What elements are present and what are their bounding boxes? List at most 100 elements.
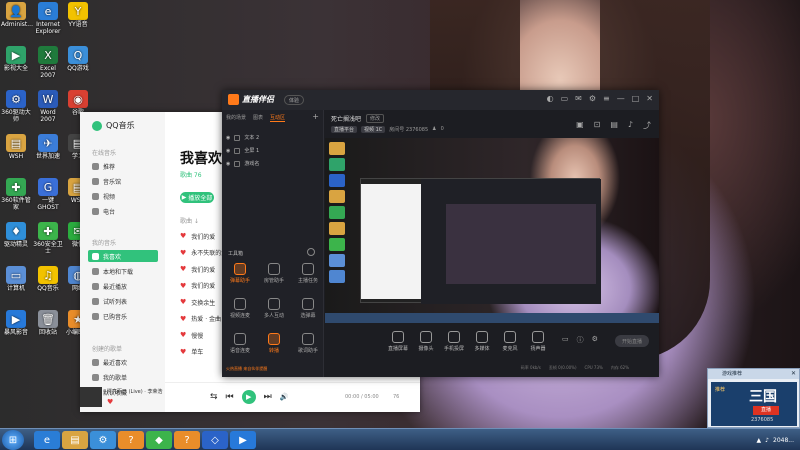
- sidebar-item[interactable]: 我的歌单: [88, 371, 158, 383]
- volume-icon[interactable]: ♪: [765, 437, 769, 444]
- source-button[interactable]: 直播屏幕: [383, 331, 413, 352]
- tab-songs[interactable]: 歌曲 76: [180, 170, 202, 179]
- taskbar-app[interactable]: ?: [118, 431, 144, 449]
- platform-pill[interactable]: 直播平台: [331, 126, 358, 133]
- like-icon[interactable]: ♥: [107, 398, 113, 406]
- bell-icon[interactable]: ♪: [628, 120, 633, 131]
- heart-icon[interactable]: ♥: [180, 282, 186, 290]
- play-mode-icon[interactable]: ⇆: [210, 392, 218, 402]
- toolbox-item[interactable]: 语音连麦: [225, 333, 255, 354]
- sidebar-item[interactable]: 最近喜欢: [88, 356, 158, 368]
- avatar-icon[interactable]: ◐: [547, 94, 554, 103]
- previous-icon[interactable]: ⏮: [226, 392, 234, 402]
- notification-popup[interactable]: 游戏推荐 ✕ 推荐 三国 直播 2376085: [707, 368, 800, 428]
- clock[interactable]: 2048...: [773, 437, 794, 444]
- desktop-icon[interactable]: ✈ 世界加速: [33, 134, 63, 160]
- maximize-icon[interactable]: □: [632, 94, 640, 103]
- desktop-icon[interactable]: ♦ 驱动精灵: [1, 222, 31, 248]
- camera-icon[interactable]: ▭: [562, 335, 569, 345]
- taskbar-app[interactable]: ◆: [146, 431, 172, 449]
- network-icon[interactable]: ▲: [757, 437, 762, 444]
- scene-item[interactable]: ◉ 文本 2: [226, 132, 316, 143]
- desktop-icon[interactable]: ✚ 360安全卫士: [33, 222, 63, 255]
- eye-icon[interactable]: ◉: [226, 161, 230, 167]
- desktop-icon[interactable]: ♫ QQ音乐: [33, 266, 63, 292]
- edit-room-button[interactable]: 修改: [366, 114, 385, 123]
- heart-icon[interactable]: ♥: [180, 232, 186, 240]
- desktop-icon[interactable]: X Excel 2007: [33, 46, 63, 79]
- sidebar-item[interactable]: 我喜欢: [88, 250, 158, 262]
- minimize-icon[interactable]: —: [617, 94, 625, 103]
- gear-icon[interactable]: ⚙: [592, 335, 598, 345]
- settings-icon[interactable]: ⚙: [589, 94, 596, 103]
- toolbox-item[interactable]: 转播: [259, 333, 289, 354]
- desktop-icon[interactable]: ▤ WSH: [1, 134, 31, 160]
- taskbar-app[interactable]: ⚙: [90, 431, 116, 449]
- desktop-icon[interactable]: 👤 Administ...: [1, 2, 33, 28]
- taskbar-app[interactable]: ?: [174, 431, 200, 449]
- eye-icon[interactable]: ◉: [226, 135, 230, 141]
- checkbox[interactable]: [234, 160, 241, 167]
- next-icon[interactable]: ⏭: [264, 392, 272, 402]
- toolbox-item[interactable]: 歌词助手: [293, 333, 323, 354]
- desktop-icon[interactable]: W Word 2007: [33, 90, 63, 123]
- source-button[interactable]: 扬声器: [523, 331, 553, 352]
- live-companion-window[interactable]: 直播伴侣 体验 ◐ ▭ ✉ ⚙ ≡ — □ ✕ 我的场景 图表 互动区 + ◉ 文本 …: [222, 90, 659, 377]
- popup-close-icon[interactable]: ✕: [791, 370, 796, 377]
- sidebar-item[interactable]: 电台: [88, 205, 158, 217]
- desktop-icon[interactable]: Y YY语音: [63, 2, 93, 28]
- desktop-icon[interactable]: ▭ 计算机: [1, 266, 31, 292]
- source-button[interactable]: 多媒体: [467, 331, 497, 352]
- heart-icon[interactable]: ♥: [180, 315, 186, 323]
- source-button[interactable]: 麦克风: [495, 331, 525, 352]
- heart-icon[interactable]: ♥: [180, 265, 186, 273]
- taskbar-app[interactable]: ◇: [202, 431, 228, 449]
- source-button[interactable]: 手机投屏: [439, 331, 469, 352]
- sidebar-item[interactable]: 音乐馆: [88, 175, 158, 187]
- sidebar-item[interactable]: 本地和下载: [88, 265, 158, 277]
- popup-ad[interactable]: 推荐 三国 直播 2376085: [711, 382, 797, 426]
- screenshot-icon[interactable]: ▣: [576, 120, 584, 131]
- sidebar-item[interactable]: 最近播放: [88, 280, 158, 292]
- toolbox-item[interactable]: 主播任务: [293, 263, 323, 284]
- quality-pill[interactable]: 视频 1C: [361, 126, 386, 133]
- taskbar-app[interactable]: ▶: [230, 431, 256, 449]
- desktop-icon[interactable]: 🗑 回收站: [33, 310, 63, 336]
- desktop-icon[interactable]: ▶ 影视大全: [1, 46, 31, 72]
- close-icon[interactable]: ✕: [646, 94, 653, 103]
- toolbox-item[interactable]: 房管助手: [259, 263, 289, 284]
- desktop-icon[interactable]: ▶ 暴风影音: [1, 310, 31, 336]
- start-button[interactable]: ⊞: [2, 430, 24, 450]
- scene-tab[interactable]: 互动区: [270, 114, 286, 122]
- sidebar-item[interactable]: 视频: [88, 190, 158, 202]
- scene-tab[interactable]: 我的场景: [226, 114, 246, 122]
- stream-preview[interactable]: [325, 138, 659, 323]
- toolbox-item[interactable]: 弹幕助手: [225, 263, 255, 284]
- heart-icon[interactable]: ♥: [180, 331, 186, 339]
- toolbox-item[interactable]: 多人互动: [259, 298, 289, 319]
- sidebar-item[interactable]: 试听列表: [88, 295, 158, 307]
- scene-item[interactable]: ◉ 全屏 1: [226, 145, 316, 156]
- taskbar-app[interactable]: ▤: [62, 431, 88, 449]
- album-cover[interactable]: [80, 387, 102, 407]
- taskbar-app[interactable]: e: [34, 431, 60, 449]
- sidebar-item[interactable]: 推荐: [88, 160, 158, 172]
- screen-icon[interactable]: ▭: [561, 94, 569, 103]
- volume-icon[interactable]: 🔊: [280, 393, 289, 401]
- record-icon[interactable]: ⊡: [594, 120, 601, 131]
- eye-icon[interactable]: ◉: [226, 148, 230, 154]
- checkbox[interactable]: [234, 134, 241, 141]
- layout-icon[interactable]: ▤: [610, 120, 618, 131]
- version-badge[interactable]: 体验: [284, 95, 305, 105]
- toolbox-item[interactable]: 视频连麦: [225, 298, 255, 319]
- desktop-icon[interactable]: Q QQ游戏: [63, 46, 93, 72]
- desktop-icon[interactable]: e Internet Explorer: [33, 2, 63, 35]
- checkbox[interactable]: [234, 147, 241, 154]
- heart-icon[interactable]: ♥: [180, 298, 186, 306]
- scene-tab[interactable]: 图表: [253, 114, 263, 122]
- play-button[interactable]: ▶: [241, 390, 256, 404]
- source-button[interactable]: 摄像头: [411, 331, 441, 352]
- menu-icon[interactable]: ≡: [603, 94, 610, 103]
- toolbox-more-icon[interactable]: [307, 248, 315, 256]
- toolbox-item[interactable]: 选弹幕: [293, 298, 323, 319]
